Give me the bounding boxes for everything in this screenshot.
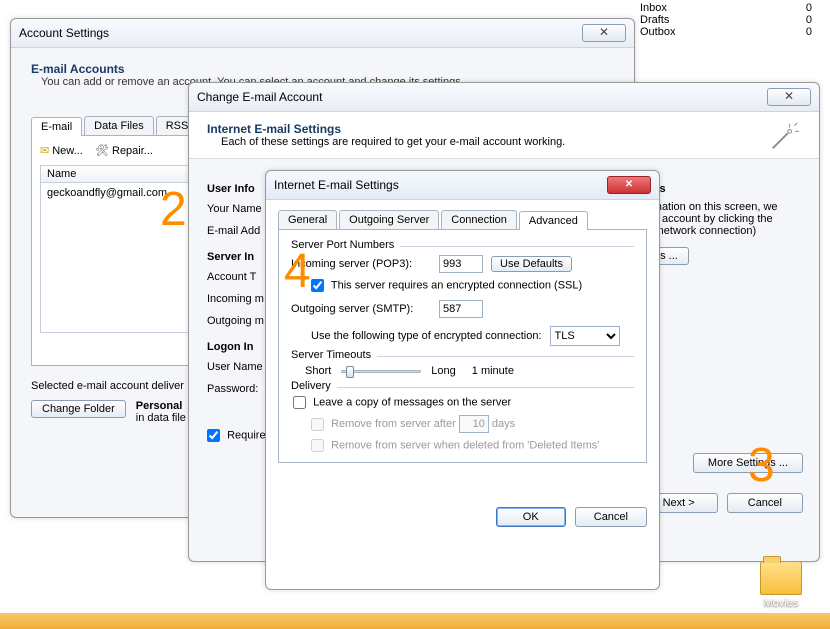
folder-label: Movies xyxy=(760,597,802,609)
outgoing-port-input[interactable] xyxy=(439,300,483,318)
internet-email-settings-dialog: Internet E-mail Settings ✕ General Outgo… xyxy=(265,170,660,590)
wrench-icon: 🛠 xyxy=(95,145,109,157)
email-accounts-heading: E-mail Accounts xyxy=(31,62,614,76)
server-port-numbers-legend: Server Port Numbers xyxy=(291,239,400,251)
info-line-2: our account by clicking the xyxy=(643,213,803,225)
in-data-file-label: in data file xyxy=(136,412,186,424)
remove-after-days-input xyxy=(459,415,489,433)
timeout-long-label: Long xyxy=(431,365,455,377)
leave-copy-label: Leave a copy of messages on the server xyxy=(313,396,511,408)
mail-row-count: 0 xyxy=(806,2,812,14)
info-line-3: es network connection) xyxy=(643,225,803,237)
window-title: Account Settings xyxy=(19,26,109,40)
cancel-button[interactable]: Cancel xyxy=(575,507,647,527)
mail-row-count: 0 xyxy=(806,14,812,26)
mail-row-label: Outbox xyxy=(640,26,675,38)
internet-email-heading: Internet E-mail Settings xyxy=(207,122,801,136)
close-button[interactable]: ✕ xyxy=(582,24,626,42)
slider-thumb[interactable] xyxy=(346,366,354,378)
remove-after-checkbox xyxy=(311,418,324,431)
remove-deleted-checkbox xyxy=(311,439,324,452)
remove-after-label: Remove from server after xyxy=(331,418,456,430)
incoming-port-input[interactable] xyxy=(439,255,483,273)
dialog-titlebar: Internet E-mail Settings ✕ xyxy=(266,171,659,200)
info-line-1: ormation on this screen, we xyxy=(643,201,803,213)
mail-row-inbox[interactable]: Inbox 0 xyxy=(636,2,816,14)
dialog-title: Internet E-mail Settings xyxy=(274,178,399,192)
window-title: Change E-mail Account xyxy=(197,90,322,104)
mail-row-outbox[interactable]: Outbox 0 xyxy=(636,26,816,38)
repair-label: Repair... xyxy=(112,145,153,157)
outgoing-server-label: Outgoing server (SMTP): xyxy=(291,303,431,315)
ssl-checkbox[interactable] xyxy=(311,279,324,292)
test-settings-suffix: ings xyxy=(643,183,803,195)
mail-folder-list: Inbox 0 Drafts 0 Outbox 0 xyxy=(636,2,816,38)
desktop-folder-movies[interactable]: Movies xyxy=(760,561,802,609)
encryption-type-label: Use the following type of encrypted conn… xyxy=(311,330,542,342)
change-folder-button[interactable]: Change Folder xyxy=(31,400,126,418)
encryption-type-select[interactable]: TLS xyxy=(550,326,620,346)
account-settings-titlebar: Account Settings ✕ xyxy=(11,19,634,48)
require-label: Require xyxy=(227,429,266,441)
timeout-value: 1 minute xyxy=(472,365,514,377)
wizard-icon xyxy=(769,122,799,152)
personal-label: Personal xyxy=(136,400,186,412)
taskbar-strip xyxy=(0,613,830,629)
internet-email-subtext: Each of these settings are required to g… xyxy=(221,136,801,148)
new-label: New... xyxy=(52,145,83,157)
mail-row-drafts[interactable]: Drafts 0 xyxy=(636,14,816,26)
mail-icon: ✉ xyxy=(40,145,49,157)
remove-after-unit: days xyxy=(492,418,515,430)
tab-email[interactable]: E-mail xyxy=(31,117,82,136)
leave-copy-checkbox[interactable] xyxy=(293,396,306,409)
incoming-server-label: Incoming server (POP3): xyxy=(291,258,431,270)
tab-advanced[interactable]: Advanced xyxy=(519,211,588,230)
ok-button[interactable]: OK xyxy=(496,507,566,527)
tab-outgoing-server[interactable]: Outgoing Server xyxy=(339,210,439,229)
mail-row-label: Inbox xyxy=(640,2,667,14)
tab-data-files[interactable]: Data Files xyxy=(84,116,154,135)
change-account-titlebar: Change E-mail Account ✕ xyxy=(189,83,819,112)
mail-row-label: Drafts xyxy=(640,14,669,26)
more-settings-button[interactable]: More Settings ... xyxy=(693,453,803,473)
server-timeouts-legend: Server Timeouts xyxy=(291,349,377,361)
timeout-short-label: Short xyxy=(305,365,331,377)
cancel-button[interactable]: Cancel xyxy=(727,493,803,513)
use-defaults-button[interactable]: Use Defaults xyxy=(491,256,572,272)
mail-row-count: 0 xyxy=(806,26,812,38)
tab-general[interactable]: General xyxy=(278,210,337,229)
new-account-button[interactable]: ✉New... xyxy=(40,145,83,157)
require-checkbox[interactable] xyxy=(207,429,220,442)
tab-connection[interactable]: Connection xyxy=(441,210,517,229)
ssl-checkbox-label: This server requires an encrypted connec… xyxy=(331,279,582,291)
selected-account-delivers-label: Selected e-mail account deliver xyxy=(31,380,184,392)
close-button[interactable]: ✕ xyxy=(607,176,651,194)
timeout-slider[interactable] xyxy=(341,370,421,373)
settings-tabs: General Outgoing Server Connection Advan… xyxy=(278,210,647,230)
repair-account-button[interactable]: 🛠Repair... xyxy=(95,145,153,157)
close-button[interactable]: ✕ xyxy=(767,88,811,106)
delivery-legend: Delivery xyxy=(291,380,337,392)
folder-icon xyxy=(760,561,802,595)
remove-deleted-label: Remove from server when deleted from 'De… xyxy=(331,439,599,451)
